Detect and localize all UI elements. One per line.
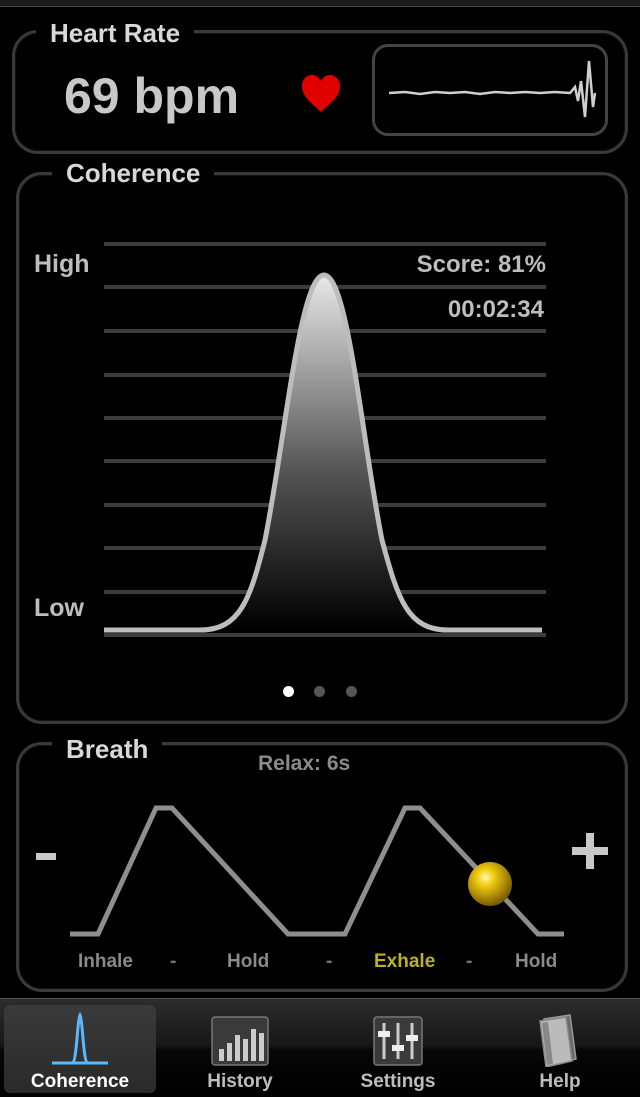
tab-help-label: Help — [539, 1071, 581, 1092]
breath-pattern — [70, 805, 564, 937]
tab-bar: Coherence History Settings Help — [0, 998, 640, 1097]
history-icon — [211, 1016, 269, 1066]
tab-coherence-label: Coherence — [30, 1071, 130, 1092]
tab-settings[interactable]: Settings — [322, 1005, 474, 1093]
phase-inhale: Inhale — [78, 951, 133, 972]
tab-settings-label: Settings — [360, 1071, 436, 1092]
phase-hold-2: Hold — [515, 951, 558, 972]
phase-separator: - — [466, 951, 473, 972]
phase-exhale: Exhale — [374, 951, 436, 972]
phase-hold-1: Hold — [227, 951, 270, 972]
phase-separator: - — [326, 951, 333, 972]
coherence-icon — [52, 1011, 108, 1065]
tab-help[interactable]: Help — [484, 1005, 636, 1093]
tab-history[interactable]: History — [164, 1005, 316, 1093]
breath-indicator-ball — [468, 862, 512, 906]
tab-history-label: History — [207, 1071, 273, 1092]
tab-coherence[interactable]: Coherence — [4, 1005, 156, 1093]
help-icon — [539, 1014, 577, 1067]
settings-icon — [373, 1016, 423, 1066]
phase-separator: - — [170, 951, 177, 972]
